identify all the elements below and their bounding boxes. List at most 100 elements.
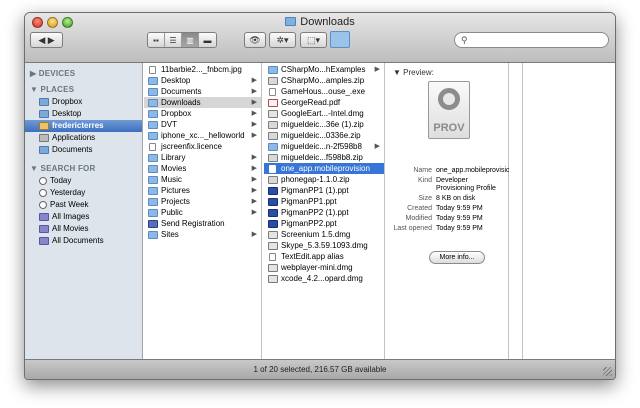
zip-icon <box>268 175 278 184</box>
file-list-item[interactable]: PigmanPP2 (1).ppt <box>264 207 384 218</box>
coverflow-view-button[interactable]: ▬ <box>199 33 216 47</box>
file-list-item[interactable]: Downloads ▶ <box>144 97 261 108</box>
sidebar-heading-devices[interactable]: ▶ DEVICES <box>25 67 142 80</box>
sidebar-item-yesterday[interactable]: Yesterday <box>25 187 142 199</box>
file-list-item[interactable]: Movies ▶ <box>144 163 261 174</box>
status-bar: 1 of 20 selected, 216.57 GB available <box>25 359 615 379</box>
smart-folder-icon <box>39 213 49 221</box>
file-name: 11barbie2..._fnbcm.jpg <box>161 65 242 74</box>
file-list-item[interactable]: iphone_xc..._helloworld ▶ <box>144 130 261 141</box>
file-list-item[interactable]: xcode_4.2...opard.dmg <box>264 273 384 284</box>
resize-grip-icon[interactable] <box>603 367 612 376</box>
file-list-item[interactable]: Library ▶ <box>144 152 261 163</box>
folder-icon <box>148 175 158 184</box>
file-list-item[interactable]: PigmanPP1.ppt <box>264 196 384 207</box>
sidebar-item-all-movies[interactable]: All Movies <box>25 223 142 235</box>
column-view-button[interactable]: ▥ <box>182 33 199 47</box>
sidebar-heading-label: DEVICES <box>38 69 76 78</box>
disclosure-arrow-icon: ▶ <box>251 99 257 106</box>
file-name: iphone_xc..._helloworld <box>161 131 245 140</box>
file-list-item[interactable]: Projects ▶ <box>144 196 261 207</box>
ppt-icon <box>268 197 278 206</box>
file-name: Movies <box>161 164 187 173</box>
folder-icon <box>285 17 297 26</box>
file-list-item[interactable]: GoogleEart...-Intel.dmg <box>264 108 384 119</box>
file-list-item[interactable]: one_app.mobileprovision <box>264 163 384 174</box>
file-list-item[interactable]: webplayer-mini.dmg <box>264 262 384 273</box>
sidebar-heading-places[interactable]: ▼ PLACES <box>25 83 142 96</box>
home-icon <box>39 122 49 130</box>
sidebar-item-today[interactable]: Today <box>25 175 142 187</box>
quicklook-button[interactable]: 👁 <box>244 32 266 48</box>
file-list-item[interactable]: GeorgeRead.pdf <box>264 97 384 108</box>
sidebar-heading-search-for[interactable]: ▼ SEARCH FOR <box>25 162 142 175</box>
file-list-item[interactable]: Documents ▶ <box>144 86 261 97</box>
sidebar-item-all-images[interactable]: All Images <box>25 211 142 223</box>
sidebar-item-documents[interactable]: Documents <box>25 144 142 156</box>
folder-icon[interactable] <box>330 31 350 48</box>
info-row: Modified Today 9:59 PM <box>387 215 509 223</box>
more-info-button[interactable]: More info... <box>429 251 485 264</box>
sidebar-item-fredericterres[interactable]: fredericterres <box>25 120 142 132</box>
file-list-item[interactable]: Public ▶ <box>144 207 261 218</box>
file-list-item[interactable]: phonegap-1.1.0.zip <box>264 174 384 185</box>
icon-view-button[interactable]: ▪▪ <box>148 33 165 47</box>
disclosure-arrow-icon: ▶ <box>374 143 380 150</box>
preview-icon-text: PROV <box>433 122 465 134</box>
sidebar-item-applications[interactable]: Applications <box>25 132 142 144</box>
clock-icon <box>39 177 47 185</box>
file-list-item[interactable]: CSharpMo...hExamples ▶ <box>264 64 384 75</box>
arrange-menu-button[interactable]: ⬚▾ <box>300 32 327 48</box>
file-list-item[interactable]: Skype_5.3.59.1093.dmg <box>264 240 384 251</box>
view-mode-segmented-control[interactable]: ▪▪ ☰ ▥ ▬ <box>147 32 217 48</box>
provisioning-profile-icon: PROV <box>428 81 470 139</box>
sidebar-item-all-documents[interactable]: All Documents <box>25 235 142 247</box>
file-name: Skype_5.3.59.1093.dmg <box>281 241 368 250</box>
pdf-icon <box>268 98 278 107</box>
file-list-item[interactable]: Screenium 1.5.dmg <box>264 229 384 240</box>
file-list-item[interactable]: Send Registration <box>144 218 261 229</box>
folder-icon <box>148 153 158 162</box>
file-list-item[interactable]: PigmanPP2.ppt <box>264 218 384 229</box>
file-list-item[interactable]: CSharpMo...amples.zip <box>264 75 384 86</box>
file-name: phonegap-1.1.0.zip <box>281 175 350 184</box>
file-list-item[interactable]: Music ▶ <box>144 174 261 185</box>
file-name: Music <box>161 175 182 184</box>
folder-icon <box>148 164 158 173</box>
file-list-item[interactable]: DVT ▶ <box>144 119 261 130</box>
dmg-icon <box>268 230 278 239</box>
action-menu-button[interactable]: ✲▾ <box>269 32 296 48</box>
list-view-button[interactable]: ☰ <box>165 33 182 47</box>
file-list-item[interactable]: migueldeic...0336e.zip <box>264 130 384 141</box>
back-forward-button[interactable]: ◀ ▶ <box>30 32 63 48</box>
sidebar-heading-label: PLACES <box>40 85 75 94</box>
file-list-item[interactable]: migueldeic...f598b8.zip <box>264 152 384 163</box>
sidebar-heading-label: SEARCH FOR <box>40 164 96 173</box>
file-list-item[interactable]: Desktop ▶ <box>144 75 261 86</box>
clock-icon <box>39 189 47 197</box>
disclosure-arrow-icon: ▶ <box>251 209 257 216</box>
preview-label: Preview: <box>403 68 434 77</box>
file-name: GeorgeRead.pdf <box>281 98 341 107</box>
sidebar-item-label: Today <box>50 176 72 185</box>
file-list-item[interactable]: GameHous...ouse_.exe <box>264 86 384 97</box>
disclosure-arrow-icon: ▶ <box>251 77 257 84</box>
file-list-item[interactable]: migueldeic...n-2f598b8 ▶ <box>264 141 384 152</box>
sidebar-item-past-week[interactable]: Past Week <box>25 199 142 211</box>
sidebar: ▶ DEVICES ▼ PLACES Dropbox Desktop frederi… <box>25 63 143 361</box>
sidebar-item-dropbox[interactable]: Dropbox <box>25 96 142 108</box>
file-list-item[interactable]: Dropbox ▶ <box>144 108 261 119</box>
file-list-item[interactable]: Pictures ▶ <box>144 185 261 196</box>
file-list-item[interactable]: Sites ▶ <box>144 229 261 240</box>
file-list-item[interactable]: jscreenfix.licence <box>144 141 261 152</box>
sidebar-item-label: All Documents <box>52 236 104 245</box>
file-list-item[interactable]: 11barbie2..._fnbcm.jpg <box>144 64 261 75</box>
file-name: Pictures <box>161 186 190 195</box>
search-input[interactable]: ⚲ <box>454 32 609 48</box>
file-list-item[interactable]: migueldeic...36e (1).zip <box>264 119 384 130</box>
file-list-item[interactable]: TextEdit.app alias <box>264 251 384 262</box>
zip-icon <box>268 120 278 129</box>
file-list-item[interactable]: PigmanPP1 (1).ppt <box>264 185 384 196</box>
sidebar-item-desktop[interactable]: Desktop <box>25 108 142 120</box>
info-key: Name <box>413 167 432 174</box>
